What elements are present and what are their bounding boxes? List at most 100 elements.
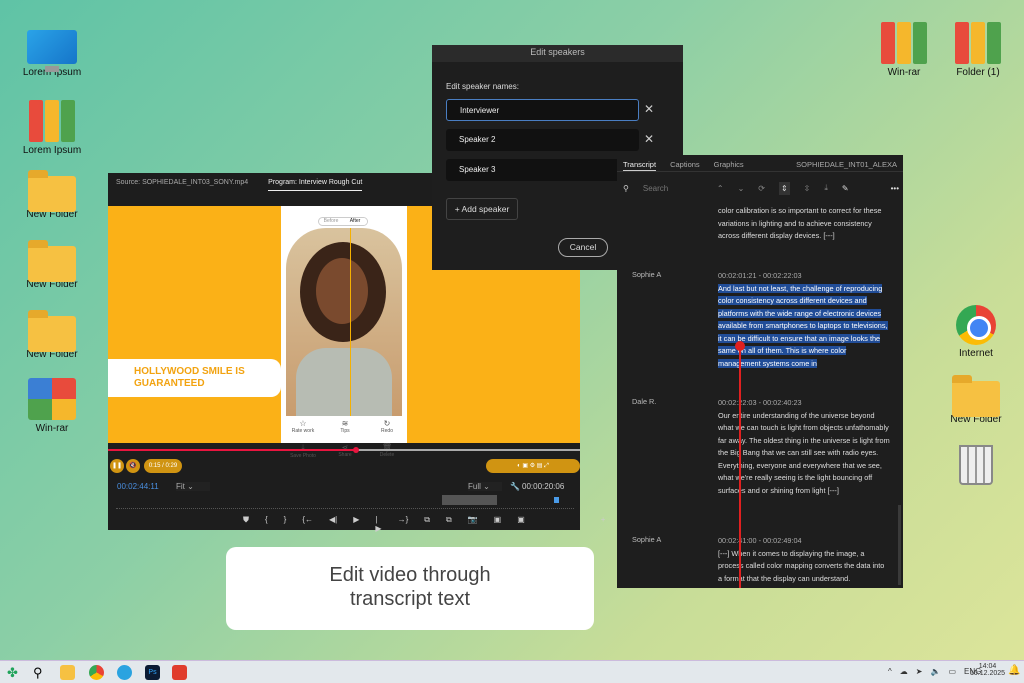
wrench-icon[interactable]: 🔧 bbox=[510, 482, 520, 491]
phone-mockup: Before After ☆ Rate work ≋ Tips ↻ Redo ⤓ Save Ph… bbox=[281, 206, 407, 459]
playhead-line[interactable] bbox=[735, 341, 745, 588]
start-icon[interactable]: ✤ bbox=[7, 665, 22, 680]
chrome-icon bbox=[956, 305, 996, 345]
duration: 00:00:20:06 bbox=[522, 482, 565, 491]
desktop-icon-folder-1-[interactable]: Folder (1) bbox=[942, 22, 1014, 78]
binder-icon bbox=[880, 22, 928, 64]
volume-icon[interactable]: 🔈 bbox=[930, 667, 940, 676]
bell-icon[interactable]: 🔔 bbox=[1008, 665, 1020, 676]
cancel-button[interactable]: Cancel bbox=[558, 238, 608, 257]
close-icon[interactable]: ✕ bbox=[644, 102, 654, 116]
collapse-icon[interactable]: ⤓ bbox=[824, 183, 828, 193]
desktop-icon-label: Internet bbox=[959, 348, 993, 359]
desktop-icon-label: Folder (1) bbox=[956, 67, 1000, 78]
phone-tool-redo: ↻ Redo bbox=[381, 419, 393, 434]
search-icon: ⚲ bbox=[623, 183, 629, 193]
speaker-field-1[interactable]: Interviewer bbox=[446, 99, 639, 121]
rar-icon bbox=[28, 378, 76, 420]
binder-icon bbox=[28, 100, 76, 142]
split-icon[interactable]: ⇕ bbox=[778, 181, 790, 195]
speaker-field-2[interactable]: Speaker 2 bbox=[446, 129, 639, 151]
chevron-down-icon[interactable]: ⌄ bbox=[738, 184, 745, 193]
telegram-icon[interactable] bbox=[117, 665, 132, 680]
segment-text[interactable]: Our entire understanding of the universe… bbox=[718, 411, 890, 495]
pencil-icon[interactable]: ✎ bbox=[842, 184, 849, 193]
tab-program[interactable]: Program: Interview Rough Cut bbox=[268, 179, 363, 191]
tray-chevron-icon[interactable]: ^ bbox=[888, 667, 892, 676]
segment-text[interactable]: color calibration is so important to cor… bbox=[718, 206, 881, 240]
desktop-icon-trash[interactable] bbox=[940, 445, 1012, 488]
photoshop-icon[interactable]: Ps bbox=[145, 665, 160, 680]
segment-text[interactable]: [---] When it comes to displaying the im… bbox=[718, 549, 884, 583]
dialog-title: Edit speakers bbox=[432, 45, 683, 62]
tab-captions[interactable]: Captions bbox=[670, 160, 700, 171]
desktop-icon-new-folder[interactable]: New Folder bbox=[16, 170, 88, 220]
phone-tool-rate-work: ☆ Rate work bbox=[291, 419, 315, 434]
trash-icon bbox=[959, 445, 993, 485]
desktop-icon-win-rar[interactable]: Win-rar bbox=[16, 378, 88, 434]
desktop-icon-new-folder[interactable]: New Folder bbox=[16, 240, 88, 290]
player-time: 0:15 / 0:29 bbox=[144, 459, 182, 473]
chevron-up-icon[interactable]: ⌃ bbox=[717, 184, 724, 193]
tab-transcript[interactable]: Transcript bbox=[623, 160, 657, 171]
network-icon[interactable]: ☁ bbox=[900, 667, 908, 676]
before-toggle: Before bbox=[323, 218, 339, 224]
desktop-icon-win-rar[interactable]: Win-rar bbox=[868, 22, 940, 78]
quality-select[interactable]: Full ⌄ bbox=[468, 482, 502, 491]
video-seekbar[interactable] bbox=[108, 447, 580, 453]
desktop-icon-new-folder[interactable]: New Folder bbox=[940, 375, 1012, 425]
timecode: 00:02:44:11 bbox=[117, 482, 159, 491]
folder-icon bbox=[28, 240, 76, 282]
explorer-icon[interactable] bbox=[60, 665, 75, 680]
dialog-label: Edit speaker names: bbox=[446, 82, 519, 91]
binder-icon bbox=[954, 22, 1002, 64]
add-speaker-button[interactable]: + Add speaker bbox=[446, 198, 518, 220]
folder-icon bbox=[952, 375, 1000, 417]
desktop-icon-label: Win-rar bbox=[35, 423, 69, 434]
refresh-icon[interactable]: ⟳ bbox=[758, 184, 765, 193]
phone-tool-tips: ≋ Tips bbox=[340, 419, 350, 434]
clip-name: SOPHIEDALE_INT01_ALEXA bbox=[796, 160, 897, 169]
taskbar: ✤ ⚲ Ps ^ ☁ ➤ 🔈 ▭ ENG 14:04 10.12.2025 🔔 bbox=[0, 660, 1024, 683]
speaker-name[interactable]: Dale R. bbox=[632, 397, 656, 406]
speaker-name[interactable]: Sophie A bbox=[632, 535, 661, 544]
segment-time: 00:02:22:03 - 00:02:40:23 bbox=[718, 398, 802, 407]
search-input[interactable] bbox=[642, 183, 703, 193]
tab-graphics[interactable]: Graphics bbox=[714, 160, 744, 171]
display-icon[interactable]: ▭ bbox=[948, 667, 956, 676]
desktop-icon-internet[interactable]: Internet bbox=[940, 305, 1012, 359]
close-icon[interactable]: ✕ bbox=[644, 132, 654, 146]
segment-time: 00:02:41:00 - 00:02:49:04 bbox=[718, 536, 802, 545]
fit-select[interactable]: Fit ⌄ bbox=[176, 482, 210, 491]
scrollbar[interactable] bbox=[898, 505, 901, 585]
chrome-icon[interactable] bbox=[89, 665, 104, 680]
folder-icon bbox=[28, 310, 76, 352]
clock[interactable]: 14:04 10.12.2025 bbox=[970, 663, 1005, 677]
tab-source[interactable]: Source: SOPHIEDALE_INT03_SONY.mp4 bbox=[116, 179, 248, 200]
desktop-icon-lorem-ipsum[interactable]: Lorem Ipsum bbox=[16, 100, 88, 156]
after-toggle: After bbox=[343, 218, 367, 225]
more-icon[interactable]: ••• bbox=[891, 184, 899, 193]
app-icon[interactable] bbox=[172, 665, 187, 680]
send-icon[interactable]: ➤ bbox=[916, 667, 923, 676]
desktop-icon-new-folder[interactable]: New Folder bbox=[16, 310, 88, 360]
headline: HOLLYWOOD SMILE IS GUARANTEED bbox=[108, 359, 281, 397]
transcript-panel: Transcript Captions Graphics SOPHIEDALE_INT… bbox=[617, 155, 903, 588]
caption-card: Edit video through transcript text bbox=[226, 547, 594, 630]
portrait-photo bbox=[286, 228, 402, 416]
search-icon[interactable]: ⚲ bbox=[33, 665, 48, 680]
desktop-icon-lorem-ipsum[interactable]: Lorem Ipsum bbox=[16, 30, 88, 78]
segment-text[interactable]: And last but not least, the challenge of… bbox=[718, 283, 888, 368]
desktop-icon-label: Lorem Ipsum bbox=[22, 145, 82, 156]
expand-icon[interactable]: ⇳ bbox=[804, 184, 811, 193]
player-settings[interactable]: ◐ ▣ ⚙ ▤ ⤢ bbox=[486, 459, 580, 473]
mute-button[interactable]: 🔇 bbox=[126, 459, 140, 473]
timeline-ruler[interactable] bbox=[116, 495, 574, 509]
segment-time: 00:02:01:21 - 00:02:22:03 bbox=[718, 271, 802, 280]
desktop-icon-label: Win-rar bbox=[887, 67, 921, 78]
speaker-name[interactable]: Sophie A bbox=[632, 270, 661, 279]
speaker-field-3[interactable]: Speaker 3 bbox=[446, 159, 639, 181]
transport-controls[interactable]: ⛊{} {← ◀| ▶ |▶ →} ⧉ ⧉ 📷 ▣ ▣ + bbox=[243, 515, 605, 533]
folder-icon bbox=[28, 170, 76, 212]
pause-button[interactable]: ❚❚ bbox=[110, 459, 124, 473]
